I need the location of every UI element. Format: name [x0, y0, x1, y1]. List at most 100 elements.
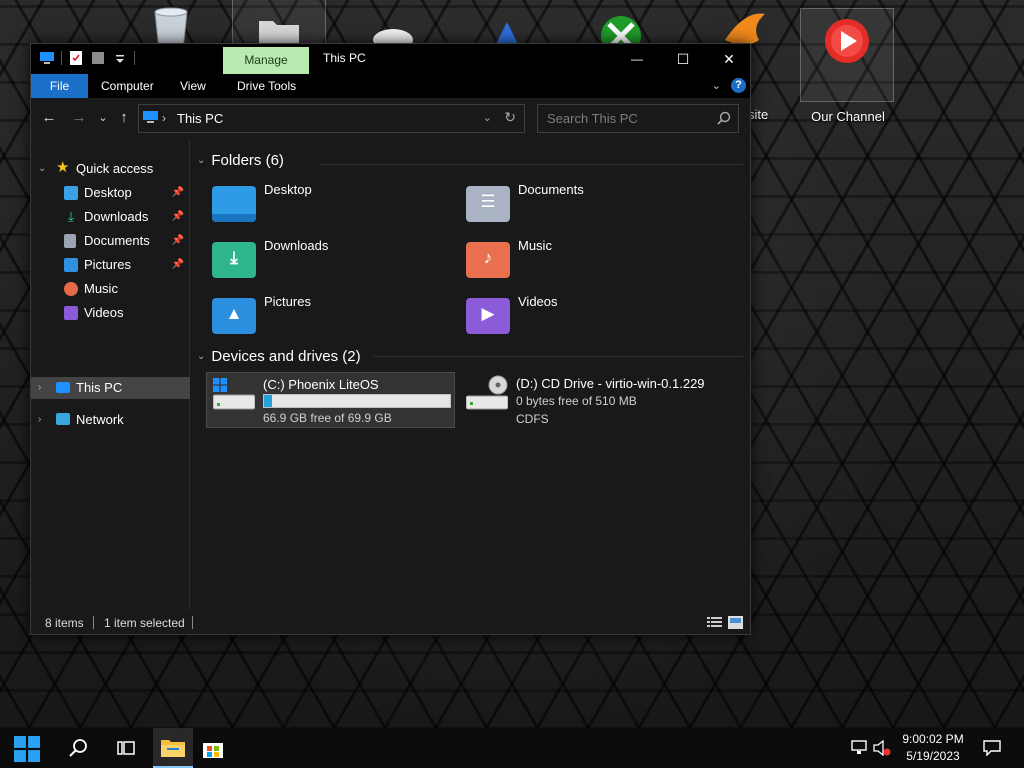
system-clock[interactable]: 9:00:02 PM 5/19/2023 — [896, 731, 970, 765]
folder-item-pictures[interactable]: ▲ Pictures — [212, 294, 452, 346]
search-input[interactable] — [538, 105, 738, 132]
volume-muted-icon[interactable] — [873, 740, 891, 756]
drive-free-space: 0 bytes free of 510 MB — [516, 394, 637, 408]
tab-computer[interactable]: Computer — [88, 74, 167, 98]
file-explorer-taskbar-button[interactable] — [153, 728, 193, 768]
collapsed-chevron-icon[interactable]: › — [38, 377, 41, 399]
file-explorer-icon — [161, 740, 185, 757]
folder-item-documents[interactable]: ☰ Documents — [466, 182, 706, 234]
group-divider — [373, 356, 743, 357]
sidebar-item-downloads[interactable]: ⤓ Downloads 📌 — [31, 206, 190, 228]
network-icon — [56, 413, 70, 425]
folder-name: Documents — [518, 182, 584, 197]
folder-item-music[interactable]: ♪ Music — [466, 238, 706, 290]
task-view-button[interactable] — [106, 728, 146, 768]
downloads-icon: ⤓ — [67, 208, 75, 224]
pin-icon[interactable]: 📌 — [172, 254, 184, 276]
task-view-icon — [117, 741, 135, 755]
network-icon[interactable] — [850, 740, 868, 756]
new-folder-icon[interactable] — [90, 50, 106, 66]
pin-icon[interactable]: 📌 — [172, 182, 184, 204]
status-divider — [93, 616, 94, 629]
address-bar[interactable]: › This PC ⌄ ↻ — [138, 104, 525, 133]
sidebar-item-desktop[interactable]: Desktop 📌 — [31, 182, 190, 204]
back-button[interactable]: ← — [39, 108, 59, 128]
folder-name: Music — [518, 238, 552, 253]
pin-icon[interactable]: 📌 — [172, 230, 184, 252]
drive-name: (C:) Phoenix LiteOS — [263, 377, 379, 392]
help-button[interactable]: ? — [731, 78, 746, 93]
item-count: 8 items — [45, 616, 84, 630]
sidebar-item-label: Music — [84, 281, 118, 296]
up-button[interactable]: ↑ — [114, 108, 134, 128]
breadcrumb-chevron-icon[interactable]: › — [162, 111, 166, 125]
tab-manage[interactable]: Manage — [223, 47, 309, 74]
videos-icon — [64, 306, 78, 320]
expanded-chevron-icon[interactable]: ⌄ — [38, 158, 46, 180]
videos-folder-icon: ▶ — [466, 298, 510, 334]
sidebar-item-videos[interactable]: Videos — [31, 302, 190, 324]
maximize-button[interactable]: ☐ — [660, 44, 706, 74]
folder-item-downloads[interactable]: ⤓ Downloads — [212, 238, 452, 290]
tab-view[interactable]: View — [167, 74, 219, 98]
this-pc-icon — [56, 382, 70, 393]
sidebar-item-documents[interactable]: Documents 📌 — [31, 230, 190, 252]
sidebar-item-label: Desktop — [84, 185, 132, 200]
pin-icon[interactable]: 📌 — [172, 206, 184, 228]
start-button[interactable] — [6, 728, 46, 768]
forward-button[interactable]: → — [69, 108, 89, 128]
details-view-icon[interactable] — [707, 616, 722, 629]
drive-name: (D:) CD Drive - virtio-win-0.1.229 — [516, 376, 705, 391]
cd-disc-icon — [488, 375, 508, 395]
file-explorer-window: Manage This PC — ☐ ✕ File Computer View … — [30, 43, 751, 635]
folder-symbol: ▶ — [481, 304, 495, 323]
group-collapse-icon[interactable]: ⌄ — [197, 155, 205, 166]
star-icon: ★ — [56, 159, 70, 176]
close-button[interactable]: ✕ — [706, 44, 752, 74]
group-collapse-icon[interactable]: ⌄ — [197, 351, 205, 362]
sidebar-item-quick-access[interactable]: ⌄ ★ Quick access — [31, 158, 190, 180]
folder-name: Downloads — [264, 238, 329, 253]
recent-locations-button[interactable]: ⌄ — [93, 108, 113, 128]
refresh-icon[interactable]: ↻ — [504, 109, 516, 126]
desktop-icon-our-channel[interactable]: Our Channel — [800, 8, 894, 124]
notifications-icon[interactable] — [983, 740, 1001, 756]
breadcrumb-this-pc[interactable]: This PC — [177, 111, 223, 126]
drive-d[interactable]: (D:) CD Drive - virtio-win-0.1.229 0 byt… — [460, 372, 740, 428]
customize-toolbar-icon[interactable] — [112, 50, 128, 66]
tab-drive-tools[interactable]: Drive Tools — [224, 74, 309, 98]
folder-item-desktop[interactable]: Desktop — [212, 182, 452, 234]
folders-group-header[interactable]: ⌄ Folders (6) — [197, 152, 284, 169]
folder-name: Videos — [518, 294, 558, 309]
sidebar-item-pictures[interactable]: Pictures 📌 — [31, 254, 190, 276]
search-box[interactable] — [537, 104, 739, 133]
sidebar-item-this-pc[interactable]: › This PC — [31, 377, 190, 399]
drives-group-header[interactable]: ⌄ Devices and drives (2) — [197, 348, 361, 365]
ribbon-right-controls: ⌄ ? — [712, 78, 746, 93]
minimize-button[interactable]: — — [614, 44, 660, 74]
documents-icon — [64, 234, 76, 248]
expand-ribbon-chevron-icon[interactable]: ⌄ — [712, 79, 721, 92]
folder-name: Pictures — [264, 294, 311, 309]
title-bar[interactable]: Manage This PC — ☐ ✕ — [31, 44, 750, 74]
properties-icon[interactable] — [68, 50, 84, 66]
sidebar-item-label: Videos — [84, 305, 124, 320]
search-button[interactable] — [58, 728, 98, 768]
address-dropdown-icon[interactable]: ⌄ — [483, 111, 492, 124]
music-folder-icon: ♪ — [466, 242, 510, 278]
drive-usage-bar — [263, 394, 451, 408]
pictures-icon — [64, 258, 78, 272]
sidebar-item-network[interactable]: › Network — [31, 409, 190, 431]
navigation-pane: ⌄ ★ Quick access Desktop 📌 ⤓ Downloads 📌… — [31, 140, 190, 610]
drive-c[interactable]: (C:) Phoenix LiteOS 66.9 GB free of 69.9… — [206, 372, 455, 428]
navigation-bar: ← → ⌄ ↑ › This PC ⌄ ↻ — [31, 98, 750, 140]
drive-free-space: 66.9 GB free of 69.9 GB — [263, 411, 392, 425]
store-button[interactable] — [193, 728, 233, 768]
collapsed-chevron-icon[interactable]: › — [38, 409, 41, 431]
sidebar-item-music[interactable]: Music — [31, 278, 190, 300]
folder-item-videos[interactable]: ▶ Videos — [466, 294, 706, 346]
large-icons-view-icon[interactable] — [728, 616, 743, 629]
drive-usage-fill — [264, 395, 272, 407]
tab-file[interactable]: File — [31, 74, 88, 98]
folders-group-title: Folders (6) — [211, 152, 284, 169]
